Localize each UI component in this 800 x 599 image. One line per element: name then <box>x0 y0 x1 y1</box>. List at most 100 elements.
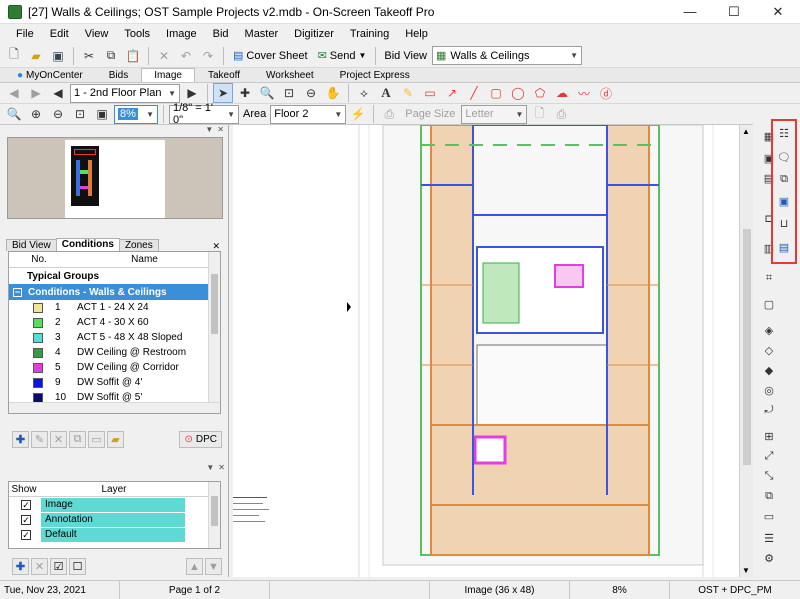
zoom-fit-icon[interactable]: 🔍 <box>4 104 24 124</box>
zoom-minus-icon[interactable]: ⊖ <box>48 104 68 124</box>
tab-project-express[interactable]: Project Express <box>327 68 423 82</box>
move-up-icon[interactable]: ▲ <box>186 558 203 575</box>
shape-edit-icon[interactable]: ◇ <box>761 342 777 358</box>
pan-hand-icon[interactable]: ✋ <box>323 83 343 103</box>
conditions-hscrollbar[interactable] <box>9 402 220 413</box>
conditions-scrollbar[interactable] <box>208 252 220 413</box>
stamp-icon[interactable]: ⓓ <box>596 83 616 103</box>
layer-visibility-checkbox[interactable]: ✓ <box>21 529 31 540</box>
menu-help[interactable]: Help <box>397 28 436 40</box>
cut-icon[interactable]: ✂ <box>79 46 99 66</box>
forward-icon[interactable]: ▶ <box>26 83 46 103</box>
copy-icon[interactable]: ⧉ <box>101 46 121 66</box>
next-page-icon[interactable]: ▶ <box>182 83 202 103</box>
typical-groups-row[interactable]: Typical Groups <box>9 268 220 284</box>
scrollbar-thumb[interactable] <box>743 229 751 465</box>
ellipse-icon[interactable]: ◯ <box>508 83 528 103</box>
edit-condition-icon[interactable]: ✎ <box>31 430 48 448</box>
magic-wand-icon[interactable]: ⚡ <box>348 104 368 124</box>
callout-icon[interactable]: ▭ <box>420 83 440 103</box>
shape-outline-icon[interactable]: ▢ <box>761 296 777 312</box>
zoom-area-icon[interactable]: ⊡ <box>70 104 90 124</box>
panel-close-icon[interactable]: ✕ <box>217 125 224 134</box>
duplicate-shape-icon[interactable]: ▭ <box>761 508 777 524</box>
save-icon[interactable]: ▣ <box>48 46 68 66</box>
check-all-icon[interactable]: ☑ <box>50 558 67 575</box>
add-layer-icon[interactable]: ✚ <box>12 558 29 575</box>
settings-icon[interactable]: ⚙ <box>761 550 777 566</box>
layer-row[interactable]: ✓ Annotation <box>9 512 220 527</box>
collapse-icon[interactable]: − <box>13 287 22 297</box>
page-size-select[interactable]: Letter ▼ <box>461 104 528 124</box>
scrollbar-thumb[interactable] <box>211 274 218 334</box>
table-icon[interactable]: ▤ <box>776 239 792 255</box>
column-header-no[interactable]: No. <box>9 254 69 265</box>
selected-condition-group[interactable]: − Conditions - Walls & Ceilings <box>9 284 220 300</box>
underline-icon[interactable]: ⊔ <box>776 215 792 231</box>
menu-master[interactable]: Master <box>237 28 287 40</box>
condition-row[interactable]: 4 DW Ceiling @ Restroom <box>9 345 220 360</box>
menu-file[interactable]: File <box>8 28 42 40</box>
page-overview-thumbnail[interactable] <box>7 137 223 219</box>
text-box-icon[interactable]: ▣ <box>776 193 792 209</box>
dpc-button[interactable]: ⊙ DPC <box>179 430 222 448</box>
pin-icon[interactable]: ▼ <box>205 125 213 134</box>
menu-edit[interactable]: Edit <box>42 28 77 40</box>
scrollbar-thumb[interactable] <box>211 496 218 526</box>
print-setup-icon[interactable]: ⎙ <box>379 104 399 124</box>
bid-view-select[interactable]: ▦ Walls & Ceilings ▼ <box>432 46 583 65</box>
delete-condition-icon[interactable]: ✕ <box>50 430 67 448</box>
zoom-window-icon[interactable]: ⊡ <box>279 83 299 103</box>
undo-icon[interactable]: ↶ <box>176 46 196 66</box>
delete-icon[interactable]: ✕ <box>154 46 174 66</box>
menu-digitizer[interactable]: Digitizer <box>286 28 342 40</box>
zoom-plus-icon[interactable]: ⊕ <box>26 104 46 124</box>
paste-icon[interactable]: 📋 <box>123 46 143 66</box>
cover-sheet-button[interactable]: ▤ Cover Sheet <box>229 46 312 66</box>
comment-icon[interactable]: 🗨 <box>776 149 792 165</box>
layer-visibility-checkbox[interactable]: ✓ <box>21 499 31 510</box>
list-view-icon[interactable]: ☷ <box>776 125 792 141</box>
send-button[interactable]: ✉ Send ▼ <box>314 46 371 66</box>
menu-image[interactable]: Image <box>158 28 205 40</box>
tab-bid-view[interactable]: Bid View <box>6 239 57 251</box>
plan-canvas[interactable] <box>233 125 739 577</box>
freehand-icon[interactable]: 〰 <box>574 83 594 103</box>
highlighter-icon[interactable]: ✎ <box>398 83 418 103</box>
zoom-out-icon[interactable]: ⊖ <box>301 83 321 103</box>
tab-worksheet[interactable]: Worksheet <box>253 68 327 82</box>
condition-folder-icon[interactable]: ▰ <box>107 430 124 448</box>
canvas-vscrollbar[interactable]: ▲ ▼ <box>739 125 753 577</box>
layer-row[interactable]: ✓ Image <box>9 497 220 512</box>
menu-tools[interactable]: Tools <box>116 28 158 40</box>
condition-row[interactable]: 9 DW Soffit @ 4' <box>9 375 220 390</box>
delete-layer-icon[interactable]: ✕ <box>31 558 48 575</box>
rectangle-icon[interactable]: ▢ <box>486 83 506 103</box>
copy-pages-icon[interactable]: ⧉ <box>776 171 792 187</box>
back-icon[interactable]: ◀ <box>4 83 24 103</box>
prev-page-icon[interactable]: ◀ <box>48 83 68 103</box>
scroll-up-icon[interactable]: ▲ <box>742 127 750 136</box>
tab-image[interactable]: Image <box>141 68 195 82</box>
pin-icon[interactable]: ▼ <box>206 463 214 472</box>
line-icon[interactable]: ╱ <box>464 83 484 103</box>
crosshair-icon[interactable]: ✚ <box>235 83 255 103</box>
crop-icon[interactable]: ⌗ <box>761 270 777 286</box>
menu-bid[interactable]: Bid <box>205 28 237 40</box>
text-annotation-icon[interactable]: A <box>376 83 396 103</box>
collapse-view-icon[interactable]: ⤡ <box>761 468 777 484</box>
menu-view[interactable]: View <box>77 28 117 40</box>
scroll-down-icon[interactable]: ▼ <box>742 566 750 575</box>
zoom-in-icon[interactable]: 🔍 <box>257 83 277 103</box>
redo-icon[interactable]: ↷ <box>198 46 218 66</box>
condition-row[interactable]: 3 ACT 5 - 48 X 48 Sloped <box>9 330 220 345</box>
tab-conditions[interactable]: Conditions <box>55 238 120 251</box>
align-icon[interactable]: ⊞ <box>761 428 777 444</box>
layers-scrollbar[interactable] <box>208 482 220 548</box>
menu-training[interactable]: Training <box>342 28 397 40</box>
printer-icon[interactable]: ⎙ <box>551 104 571 124</box>
stack-icon[interactable]: ☰ <box>761 530 777 546</box>
scale-select[interactable]: 1/8" = 1' 0" ▼ <box>169 102 239 126</box>
condition-row[interactable]: 1 ACT 1 - 24 X 24 <box>9 300 220 315</box>
duplicate-condition-icon[interactable]: ▭ <box>88 430 105 448</box>
